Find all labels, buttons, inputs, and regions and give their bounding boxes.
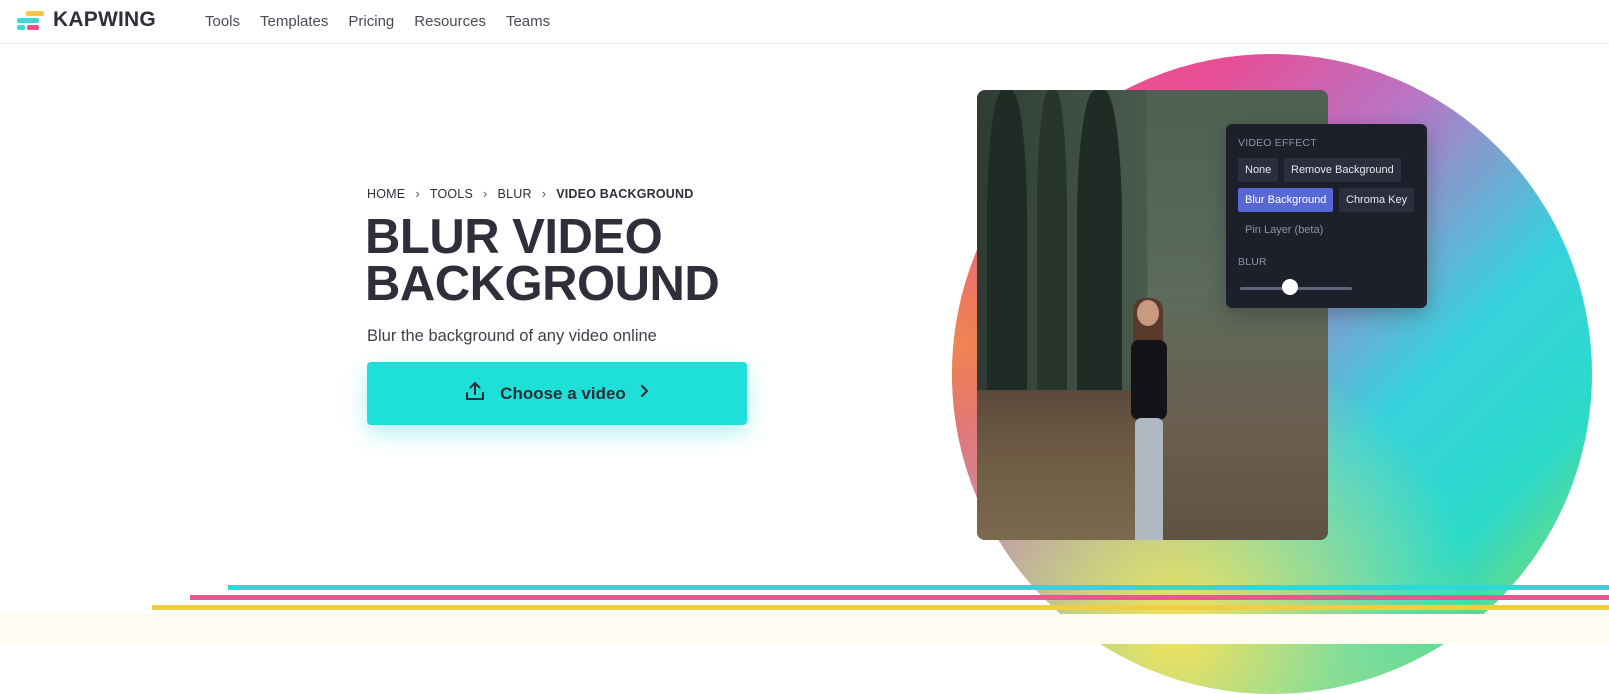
kapwing-logo[interactable]: KAPWING (17, 8, 156, 31)
nav-item-resources[interactable]: Resources (414, 13, 486, 30)
effect-blur-background-option[interactable]: Blur Background (1238, 188, 1334, 212)
subject-person (1127, 298, 1169, 540)
choose-video-button[interactable]: Choose a video (367, 362, 747, 425)
top-nav: KAPWING Tools Templates Pricing Resource… (0, 0, 1609, 44)
video-effect-panel: VIDEO EFFECT None Remove Background Blur… (1226, 124, 1427, 308)
breadcrumb-tools[interactable]: TOOLS (430, 187, 473, 201)
blur-slider-label: BLUR (1238, 256, 1267, 268)
chevron-separator-icon: › (541, 186, 547, 201)
chevron-separator-icon: › (483, 186, 488, 201)
page-subtitle: Blur the background of any video online (367, 327, 657, 345)
chevron-separator-icon: › (415, 186, 420, 201)
yellow-stripe-decoration (152, 605, 1609, 610)
effect-none-option[interactable]: None (1238, 158, 1279, 182)
chevron-right-icon (640, 384, 650, 403)
choose-video-label: Choose a video (500, 383, 626, 403)
breadcrumb-blur[interactable]: BLUR (498, 187, 532, 201)
effect-remove-background-option[interactable]: Remove Background (1284, 158, 1401, 182)
teal-stripe-decoration (228, 585, 1609, 590)
breadcrumb-home[interactable]: HOME (367, 187, 405, 201)
nav-item-teams[interactable]: Teams (506, 13, 550, 30)
brand-name: KAPWING (53, 8, 156, 31)
breadcrumb: HOME › TOOLS › BLUR › VIDEO BACKGROUND (367, 186, 693, 201)
kapwing-logo-icon (17, 9, 45, 31)
effect-pin-layer-option[interactable]: Pin Layer (beta) (1238, 218, 1330, 242)
blur-slider-thumb[interactable] (1282, 279, 1299, 295)
pink-stripe-decoration (190, 595, 1609, 600)
page-title-line-2: BACKGROUND (365, 257, 720, 311)
page-title: BLUR VIDEO BACKGROUND (365, 213, 720, 311)
nav-item-tools[interactable]: Tools (205, 13, 240, 30)
nav-links: Tools Templates Pricing Resources Teams (205, 0, 570, 42)
effect-chroma-key-option[interactable]: Chroma Key (1339, 188, 1415, 212)
upload-icon (464, 380, 486, 407)
video-effect-heading: VIDEO EFFECT (1238, 137, 1317, 149)
nav-item-templates[interactable]: Templates (260, 13, 328, 30)
nav-item-pricing[interactable]: Pricing (348, 13, 394, 30)
breadcrumb-current: VIDEO BACKGROUND (556, 186, 694, 201)
page-title-line-1: BLUR VIDEO (365, 210, 663, 264)
footer-band (0, 614, 1609, 644)
